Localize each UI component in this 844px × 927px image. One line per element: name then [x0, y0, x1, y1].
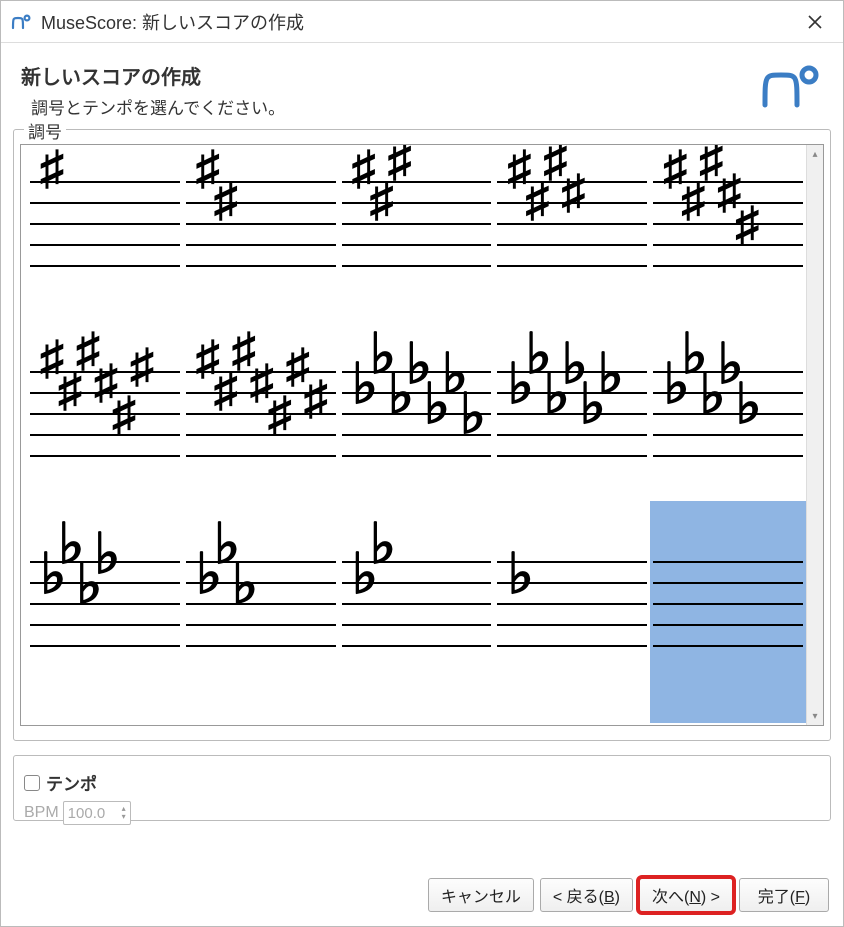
- sharp-accidental-icon: ♯: [561, 169, 585, 217]
- keysig-panel: ♯♯♯♯♯♯♯♯♯♯♯♯♯♯♯♯♯♯♯♯♯♯♯♯♯♯♯♯♭♭♭♭♭♭♭♭♭♭♭♭…: [20, 144, 824, 726]
- flat-accidental-icon: ♭: [507, 547, 533, 603]
- keysig-group: 調号 ♯♯♯♯♯♯♯♯♯♯♯♯♯♯♯♯♯♯♯♯♯♯♯♯♯♯♯♯♭♭♭♭♭♭♭♭♭…: [13, 129, 831, 741]
- flat-accidental-icon: ♭: [460, 387, 486, 443]
- flat-accidental-icon: ♭: [735, 377, 761, 433]
- keysig-option[interactable]: ♯♯♯♯♯♯: [27, 341, 183, 531]
- app-icon: [9, 10, 33, 34]
- flat-accidental-icon: ♭: [232, 557, 258, 613]
- keysig-option[interactable]: ♭♭: [339, 531, 495, 721]
- tempo-checkbox[interactable]: [24, 775, 40, 791]
- bpm-spinbox[interactable]: 100.0 ▴▾: [63, 801, 131, 825]
- sharp-accidental-icon: ♯: [214, 177, 238, 225]
- keysig-group-label: 調号: [24, 118, 66, 143]
- keysig-option[interactable]: ♭: [494, 531, 650, 721]
- keysig-option[interactable]: ♭♭♭: [183, 531, 339, 721]
- keysig-option[interactable]: ♭♭♭♭♭♭: [494, 341, 650, 531]
- back-button[interactable]: < 戻る(B): [540, 878, 633, 912]
- sharp-accidental-icon: ♯: [40, 145, 64, 193]
- keysig-option[interactable]: ♯♯: [183, 151, 339, 341]
- bpm-label: BPM: [24, 804, 59, 822]
- staff: ♯♯♯♯♯♯: [30, 371, 180, 457]
- header: 新しいスコアの作成 調号とテンポを選んでください。: [1, 43, 843, 129]
- cancel-button[interactable]: キャンセル: [428, 878, 534, 912]
- staff: ♭♭♭: [186, 561, 336, 647]
- sharp-accidental-icon: ♯: [112, 391, 136, 439]
- keysig-option[interactable]: ♯: [27, 151, 183, 341]
- keysig-grid: ♯♯♯♯♯♯♯♯♯♯♯♯♯♯♯♯♯♯♯♯♯♯♯♯♯♯♯♯♭♭♭♭♭♭♭♭♭♭♭♭…: [27, 151, 806, 721]
- wizard-window: MuseScore: 新しいスコアの作成 新しいスコアの作成 調号とテンポを選ん…: [0, 0, 844, 927]
- spinner-icon[interactable]: ▴▾: [122, 805, 126, 821]
- scroll-down-icon[interactable]: ▾: [809, 709, 821, 723]
- sharp-accidental-icon: ♯: [304, 375, 328, 423]
- footer-buttons: キャンセル < 戻る(B) 次へ(N) > 完了(F): [1, 868, 843, 926]
- keysig-option[interactable]: ♯♯♯♯: [494, 151, 650, 341]
- staff: ♭♭♭♭♭♭♭: [342, 371, 492, 457]
- tempo-group: テンポ BPM 100.0 ▴▾: [13, 755, 831, 821]
- keysig-option[interactable]: ♯♯♯♯♯: [650, 151, 806, 341]
- staff: ♭♭: [342, 561, 492, 647]
- scroll-up-icon[interactable]: ▴: [809, 147, 821, 161]
- keysig-option[interactable]: ♭♭♭♭: [27, 531, 183, 721]
- sharp-accidental-icon: ♯: [735, 201, 759, 249]
- staff: ♯♯♯♯: [497, 181, 647, 267]
- titlebar: MuseScore: 新しいスコアの作成: [1, 1, 843, 43]
- staff: ♭♭♭♭: [30, 561, 180, 647]
- bpm-value: 100.0: [68, 805, 106, 822]
- brand-icon: [759, 61, 823, 111]
- next-button[interactable]: 次へ(N) >: [639, 878, 733, 912]
- vertical-scrollbar[interactable]: ▴ ▾: [806, 145, 823, 725]
- staff: ♯♯: [186, 181, 336, 267]
- flat-accidental-icon: ♭: [370, 517, 396, 573]
- page-title: 新しいスコアの作成: [21, 61, 759, 90]
- staff: ♯♯♯♯♯♯♯: [186, 371, 336, 457]
- page-subtitle: 調号とテンポを選んでください。: [21, 94, 759, 119]
- keysig-option[interactable]: ♯♯♯: [339, 151, 495, 341]
- close-button[interactable]: [795, 2, 835, 42]
- tempo-label: テンポ: [46, 770, 97, 795]
- staff: ♭♭♭♭♭: [653, 371, 803, 457]
- flat-accidental-icon: ♭: [597, 347, 623, 403]
- window-title: MuseScore: 新しいスコアの作成: [41, 9, 795, 35]
- staff: ♯: [30, 181, 180, 267]
- sharp-accidental-icon: ♯: [268, 391, 292, 439]
- sharp-accidental-icon: ♯: [130, 343, 154, 391]
- sharp-accidental-icon: ♯: [388, 145, 412, 185]
- keysig-option[interactable]: ♭♭♭♭♭♭♭: [339, 341, 495, 531]
- keysig-option[interactable]: [650, 531, 806, 721]
- finish-button[interactable]: 完了(F): [739, 878, 829, 912]
- staff: ♯♯♯: [342, 181, 492, 267]
- staff: ♭: [497, 561, 647, 647]
- staff: ♭♭♭♭♭♭: [497, 371, 647, 457]
- flat-accidental-icon: ♭: [94, 527, 120, 583]
- staff: ♯♯♯♯♯: [653, 181, 803, 267]
- keysig-option[interactable]: ♯♯♯♯♯♯♯: [183, 341, 339, 531]
- staff: [653, 561, 803, 647]
